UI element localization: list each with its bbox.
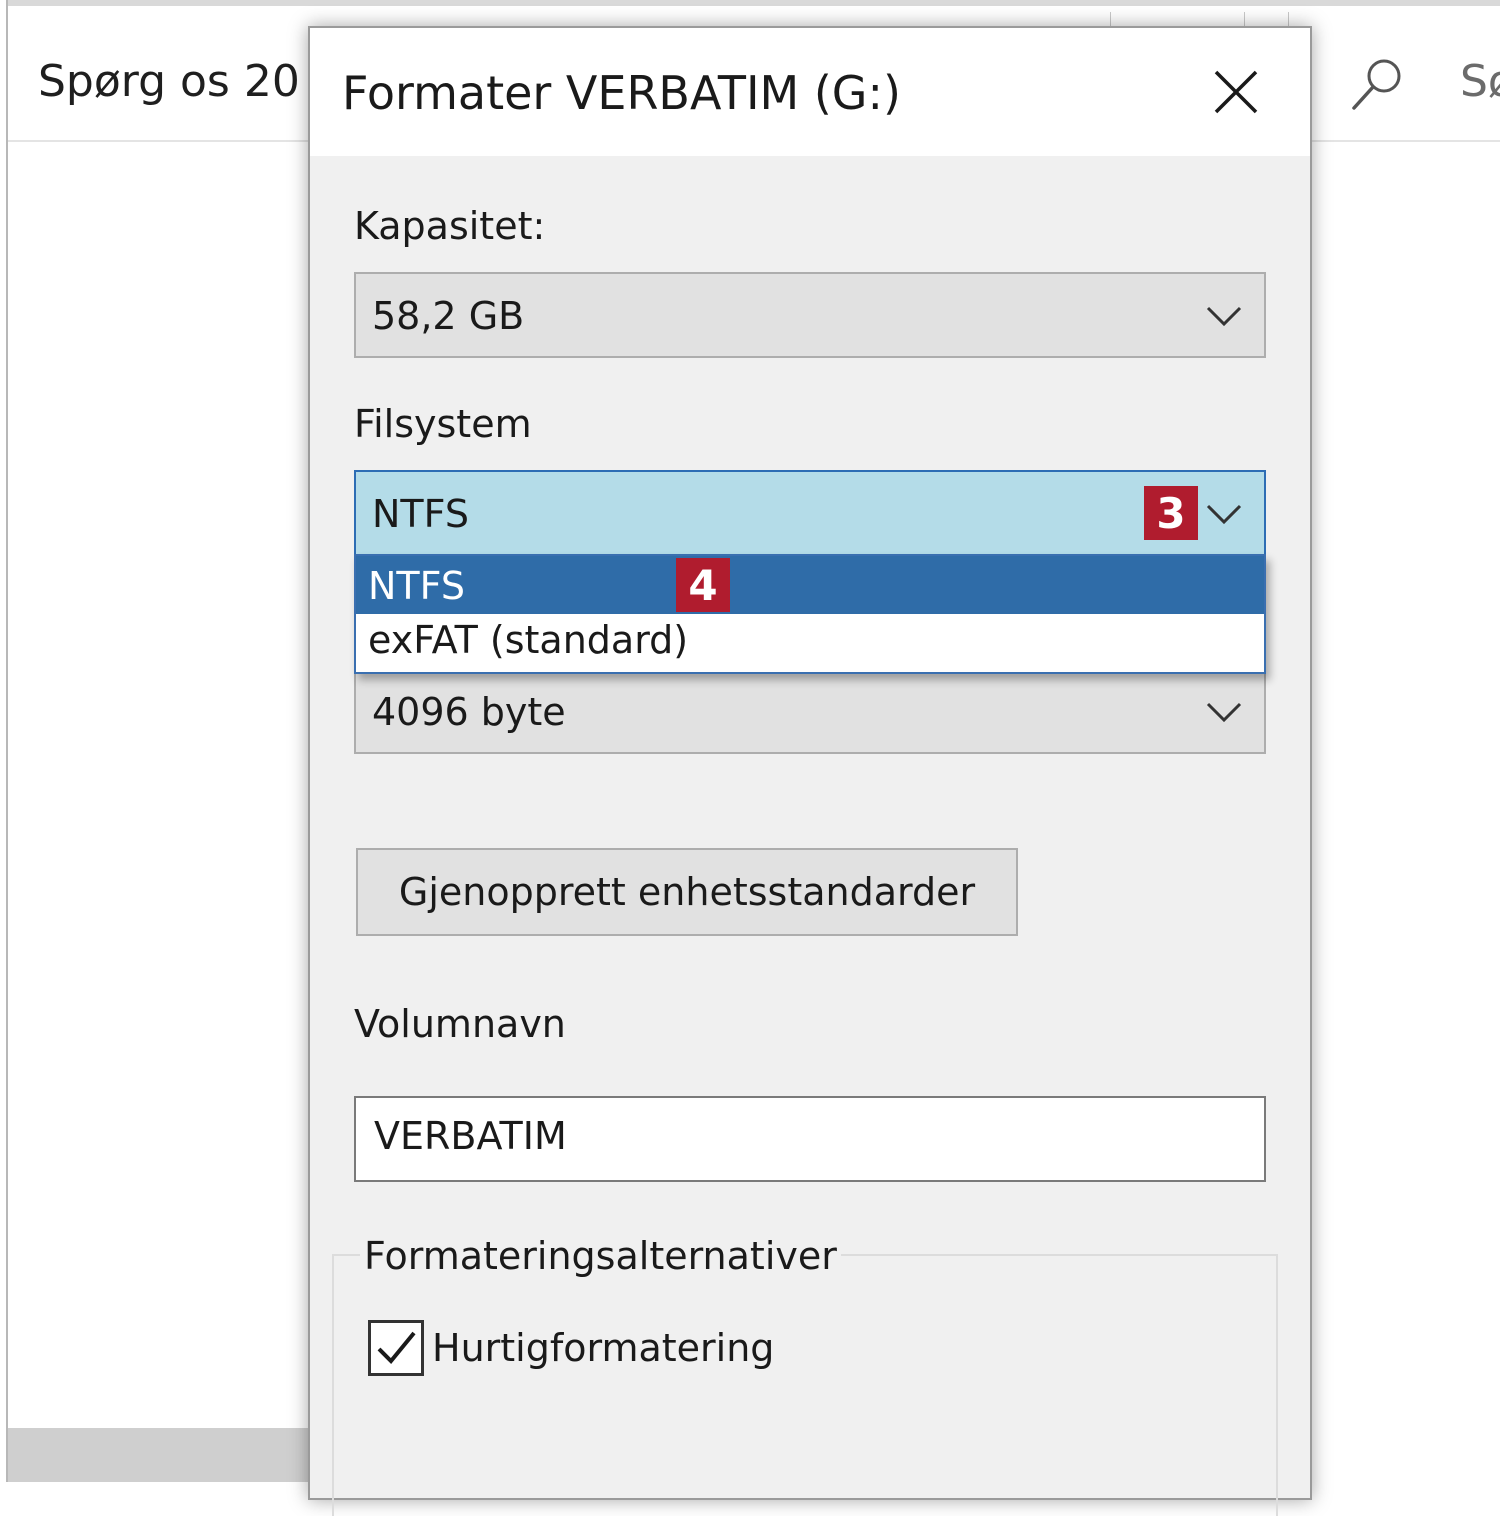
capacity-select[interactable]: 58,2 GB bbox=[354, 272, 1266, 358]
chevron-down-icon bbox=[1206, 702, 1242, 723]
allocation-unit-select[interactable]: 4096 byte bbox=[354, 670, 1266, 754]
close-icon bbox=[1214, 70, 1258, 114]
capacity-value: 58,2 GB bbox=[372, 294, 525, 338]
dialog-title: Formater VERBATIM (G:) bbox=[342, 66, 901, 120]
volume-name-input[interactable]: VERBATIM bbox=[354, 1096, 1266, 1182]
quick-format-label: Hurtigformatering bbox=[432, 1326, 775, 1370]
filesystem-option-ntfs[interactable]: NTFS 4 bbox=[356, 556, 1264, 614]
step-badge-3: 3 bbox=[1144, 486, 1198, 540]
filesystem-select[interactable]: NTFS 3 bbox=[354, 470, 1266, 556]
restore-defaults-button[interactable]: Gjenopprett enhetsstandarder bbox=[356, 848, 1018, 936]
chevron-down-icon bbox=[1206, 306, 1242, 327]
close-button[interactable] bbox=[1188, 50, 1284, 134]
search-input[interactable]: Sø bbox=[1460, 56, 1500, 107]
volume-label: Volumnavn bbox=[354, 1002, 566, 1046]
volume-name-value: VERBATIM bbox=[374, 1114, 567, 1158]
format-options-group bbox=[332, 1254, 1278, 1516]
restore-defaults-label: Gjenopprett enhetsstandarder bbox=[398, 870, 976, 914]
background-status-bar bbox=[8, 1428, 318, 1482]
search-icon[interactable] bbox=[1348, 54, 1408, 114]
filesystem-value: NTFS bbox=[372, 492, 469, 536]
dialog-titlebar: Formater VERBATIM (G:) bbox=[310, 28, 1310, 156]
format-dialog: Formater VERBATIM (G:) Kapasitet: 58,2 G… bbox=[308, 26, 1312, 1516]
chevron-down-icon bbox=[1206, 504, 1242, 525]
option-label: NTFS bbox=[368, 564, 465, 608]
step-badge-4: 4 bbox=[676, 558, 730, 612]
allocation-unit-value: 4096 byte bbox=[372, 690, 566, 734]
capacity-label: Kapasitet: bbox=[354, 204, 546, 248]
checkmark-icon bbox=[377, 1331, 416, 1364]
option-label: exFAT (standard) bbox=[368, 618, 689, 662]
filesystem-dropdown-list: NTFS 4 exFAT (standard) bbox=[354, 554, 1266, 674]
filesystem-label: Filsystem bbox=[354, 402, 532, 446]
quick-format-checkbox[interactable] bbox=[368, 1320, 424, 1376]
background-window-title: Spørg os 20 bbox=[38, 56, 300, 107]
filesystem-option-exfat[interactable]: exFAT (standard) bbox=[356, 614, 1264, 672]
format-options-legend: Formateringsalternativer bbox=[360, 1234, 841, 1278]
